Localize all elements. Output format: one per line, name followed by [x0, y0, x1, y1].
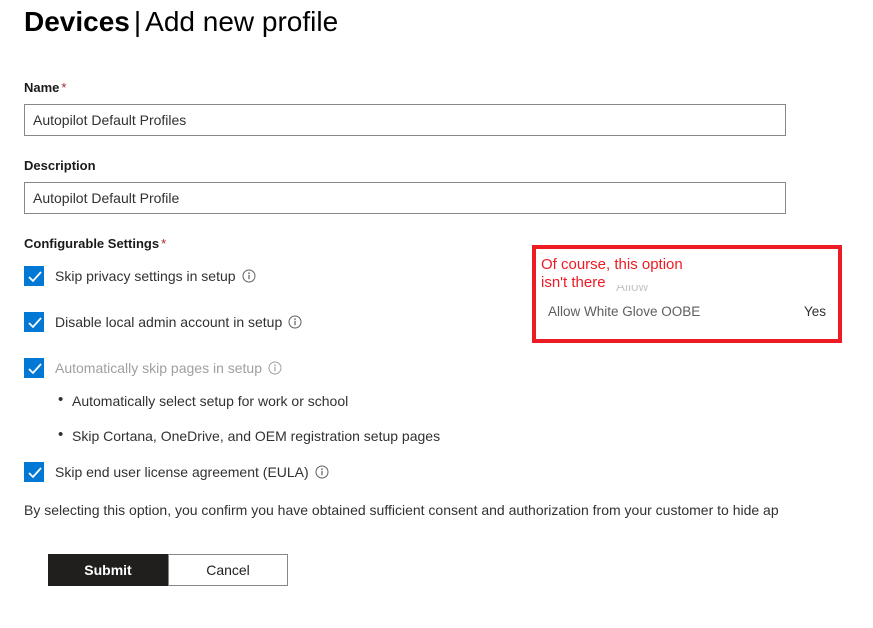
setting-label-skip-eula: Skip end user license agreement (EULA) — [55, 462, 329, 482]
description-input[interactable] — [24, 182, 786, 214]
checkbox-skip-eula[interactable] — [24, 462, 44, 482]
allow-white-glove-oobe-row: Allow White Glove OOBE Yes — [548, 304, 826, 319]
info-icon[interactable] — [315, 464, 329, 479]
info-icon[interactable] — [268, 360, 282, 375]
setting-label-automatically-skip-pages: Automatically skip pages in setup — [55, 358, 282, 378]
setting-label-skip-privacy-settings: Skip privacy settings in setup — [55, 266, 256, 286]
description-field-block: Description — [24, 158, 786, 214]
submit-button[interactable]: Submit — [48, 554, 168, 586]
name-label-text: Name — [24, 80, 60, 95]
name-label: Name * — [24, 80, 786, 96]
breadcrumb-parent[interactable]: Devices — [24, 6, 130, 37]
name-required-marker: * — [61, 80, 67, 95]
setting-label-text: Disable local admin account in setup — [55, 314, 283, 330]
allow-white-glove-oobe-value: Yes — [803, 304, 826, 319]
checkbox-automatically-skip-pages[interactable] — [24, 358, 44, 378]
automatically-skip-pages-details: Automatically select setup for work or s… — [24, 391, 786, 445]
checkbox-skip-privacy-settings[interactable] — [24, 266, 44, 286]
setting-label-text: Automatically skip pages in setup — [55, 360, 262, 376]
setting-label-text: Skip privacy settings in setup — [55, 268, 236, 284]
configurable-settings-label-text: Configurable Settings — [24, 236, 160, 251]
setting-label-disable-local-admin: Disable local admin account in setup — [55, 312, 302, 332]
breadcrumb-separator: | — [133, 6, 142, 37]
form-actions: Submit Cancel — [48, 554, 288, 586]
name-input[interactable] — [24, 104, 786, 136]
description-label-text: Description — [24, 158, 96, 173]
eula-consent-text: By selecting this option, you confirm yo… — [24, 502, 779, 518]
list-item: Skip Cortana, OneDrive, and OEM registra… — [58, 426, 786, 445]
checkbox-disable-local-admin[interactable] — [24, 312, 44, 332]
cancel-button[interactable]: Cancel — [168, 554, 288, 586]
annotation-note: Of course, this option isn't there — [541, 256, 683, 291]
setting-label-text: Skip end user license agreement (EULA) — [55, 464, 309, 480]
info-icon[interactable] — [242, 268, 256, 283]
allow-white-glove-oobe-label: Allow White Glove OOBE — [548, 304, 701, 319]
configurable-settings-label: Configurable Settings * — [24, 236, 786, 252]
setting-skip-eula[interactable]: Skip end user license agreement (EULA) — [24, 462, 786, 482]
setting-automatically-skip-pages[interactable]: Automatically skip pages in setup — [24, 358, 786, 378]
name-field-block: Name * — [24, 80, 786, 136]
info-icon[interactable] — [288, 314, 302, 329]
profile-form: Name* Description Configurable Settings*… — [24, 80, 786, 520]
list-item: Automatically select setup for work or s… — [58, 391, 786, 410]
page-title: Devices | Add new profile — [24, 2, 338, 42]
configurable-settings-required-marker: * — [161, 236, 167, 251]
breadcrumb-current: Add new profile — [145, 6, 339, 37]
description-label: Description — [24, 158, 786, 174]
